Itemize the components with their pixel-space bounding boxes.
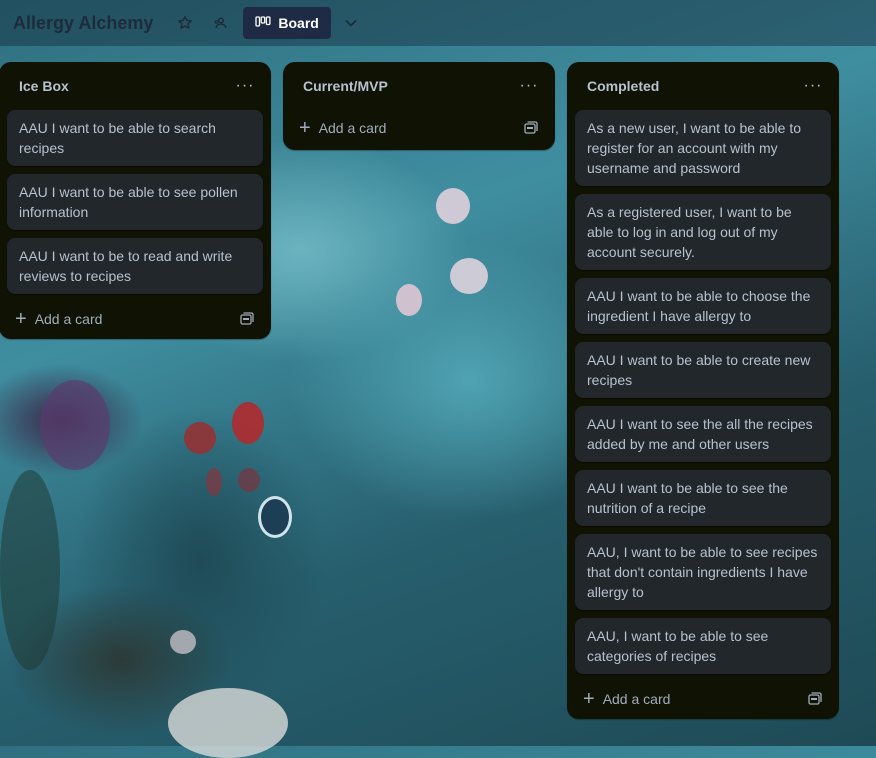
background-texture [170, 630, 196, 654]
list-completed: Completed ··· As a new user, I want to b… [567, 62, 839, 719]
plus-icon: + [15, 308, 27, 330]
list-ice-box: Ice Box ··· AAU I want to be able to sea… [0, 62, 271, 339]
card[interactable]: As a registered user, I want to be able … [575, 194, 831, 270]
list-actions-button[interactable]: ··· [231, 72, 259, 100]
card[interactable]: AAU I want to be able to choose the ingr… [575, 278, 831, 334]
star-icon[interactable] [171, 9, 199, 37]
list-title[interactable]: Ice Box [19, 78, 69, 94]
add-card-label: Add a card [602, 691, 671, 707]
add-card-row: + Add a card [7, 299, 263, 339]
background-texture [0, 470, 60, 670]
card[interactable]: AAU I want to see the all the recipes ad… [575, 406, 831, 462]
list-title[interactable]: Completed [587, 78, 659, 94]
board-view-icon [255, 15, 271, 31]
list-header: Ice Box ··· [7, 62, 263, 110]
card[interactable]: AAU, I want to be able to see recipes th… [575, 534, 831, 610]
card[interactable]: AAU I want to be able to create new reci… [575, 342, 831, 398]
list-header: Current/MVP ··· [291, 62, 547, 110]
background-texture [396, 284, 422, 316]
card[interactable]: AAU I want to be able to see the nutriti… [575, 470, 831, 526]
background-texture [450, 258, 488, 294]
card-template-icon[interactable] [523, 120, 539, 136]
board-header: Allergy Alchemy Board [0, 0, 876, 46]
list-header: Completed ··· [575, 62, 831, 110]
background-texture [238, 468, 260, 492]
list-current-mvp: Current/MVP ··· + Add a card [283, 62, 555, 150]
plus-icon: + [583, 688, 595, 710]
background-texture [206, 468, 222, 496]
card-template-icon[interactable] [239, 311, 255, 327]
add-card-button[interactable]: + Add a card [15, 309, 102, 329]
add-card-row: + Add a card [291, 108, 547, 148]
board-view-button[interactable]: Board [243, 7, 331, 39]
card[interactable]: As a new user, I want to be able to regi… [575, 110, 831, 186]
add-card-label: Add a card [318, 120, 387, 136]
card[interactable]: AAU I want to be able to see pollen info… [7, 174, 263, 230]
list-actions-button[interactable]: ··· [799, 72, 827, 100]
workspace-visibility-icon[interactable] [207, 9, 235, 37]
board-view-label: Board [278, 15, 319, 31]
card[interactable]: AAU I want to be able to search recipes [7, 110, 263, 166]
board-title[interactable]: Allergy Alchemy [13, 13, 153, 34]
background-texture [184, 422, 216, 454]
background-texture [232, 402, 264, 444]
background-texture [258, 496, 292, 538]
chevron-down-icon[interactable] [337, 9, 365, 37]
plus-icon: + [299, 117, 311, 139]
card-template-icon[interactable] [807, 691, 823, 707]
card[interactable]: AAU, I want to be able to see categories… [575, 618, 831, 674]
list-title[interactable]: Current/MVP [303, 78, 388, 94]
card[interactable]: AAU I want to be to read and write revie… [7, 238, 263, 294]
background-texture [436, 188, 470, 224]
add-card-button[interactable]: + Add a card [299, 118, 386, 138]
background-texture [168, 688, 288, 758]
list-actions-button[interactable]: ··· [515, 72, 543, 100]
add-card-row: + Add a card [575, 679, 831, 719]
add-card-label: Add a card [34, 311, 103, 327]
add-card-button[interactable]: + Add a card [583, 689, 670, 709]
background-texture [40, 380, 110, 470]
